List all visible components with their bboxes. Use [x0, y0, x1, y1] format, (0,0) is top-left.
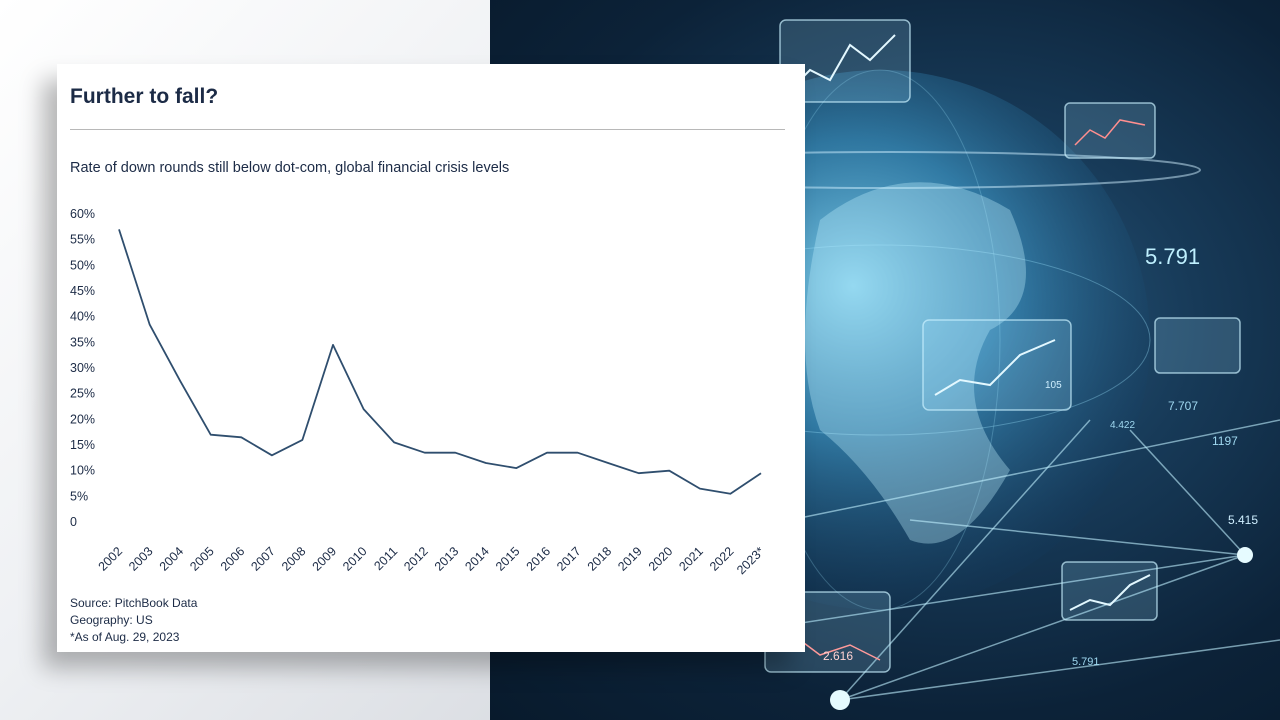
x-tick-label: 2013	[432, 544, 462, 574]
y-tick-label: 20%	[70, 412, 95, 426]
x-tick-label: 2015	[493, 544, 523, 574]
y-tick-label: 30%	[70, 361, 95, 375]
x-tick-label: 2009	[310, 544, 340, 574]
y-tick-label: 5%	[70, 489, 88, 503]
x-tick-label: 2012	[401, 544, 431, 574]
x-tick-label: 2020	[646, 544, 676, 574]
geography-note: Geography: US	[70, 613, 153, 627]
series-line-down-round-rate	[118, 229, 762, 495]
readout: 2.616	[823, 649, 853, 663]
line-chart: 0 5% 10% 15% 20% 25% 30% 35% 40% 45% 50% 55% 60% 200…	[70, 207, 768, 577]
x-tick-label: 2023*	[734, 544, 767, 577]
y-tick-label: 45%	[70, 284, 95, 298]
x-tick-label: 2004	[157, 544, 187, 574]
x-tick-label: 2003	[126, 544, 156, 574]
readout: 5.791	[1072, 656, 1100, 668]
x-tick-label: 2008	[279, 544, 309, 574]
chart-notes: Source: PitchBook Data Geography: US *As…	[70, 595, 197, 646]
x-tick-label: 2016	[524, 544, 554, 574]
y-tick-label: 35%	[70, 335, 95, 349]
readout: 4.422	[1110, 420, 1135, 431]
x-tick-label: 2010	[340, 544, 370, 574]
network-node	[1237, 547, 1253, 563]
readout-large: 5.791	[1145, 244, 1200, 269]
date-footnote: *As of Aug. 29, 2023	[70, 630, 180, 644]
y-axis: 0 5% 10% 15% 20% 25% 30% 35% 40% 45% 50% 55% 60%	[70, 207, 95, 529]
chart-panel	[922, 319, 1072, 411]
chart-panel	[1154, 317, 1241, 374]
x-tick-label: 2014	[462, 544, 492, 574]
x-tick-label: 2022	[707, 544, 737, 574]
x-tick-label: 2006	[218, 544, 248, 574]
y-tick-label: 40%	[70, 310, 95, 324]
chart-panel	[1061, 561, 1158, 621]
y-tick-label: 50%	[70, 258, 95, 272]
chart-subtitle: Rate of down rounds still below dot-com,…	[70, 160, 510, 176]
readout: 7.707	[1168, 399, 1198, 413]
x-axis: 2002 2003 2004 2005 2006 2007 2008 2009 2010 2011…	[96, 544, 768, 577]
title-divider	[70, 129, 785, 130]
x-tick-label: 2018	[585, 544, 615, 574]
x-tick-label: 2011	[371, 544, 400, 573]
y-tick-label: 0	[70, 515, 77, 529]
y-tick-label: 55%	[70, 233, 95, 247]
network-node	[830, 690, 850, 710]
x-tick-label: 2019	[615, 544, 645, 574]
readout: 105	[1045, 380, 1062, 391]
source-note: Source: PitchBook Data	[70, 596, 198, 610]
y-tick-label: 60%	[70, 207, 95, 221]
y-tick-label: 25%	[70, 387, 95, 401]
chart-card: Further to fall? Rate of down rounds sti…	[57, 64, 805, 652]
chart-panel	[1064, 102, 1156, 159]
y-tick-label: 10%	[70, 464, 95, 478]
x-tick-label: 2005	[187, 544, 217, 574]
chart-title: Further to fall?	[70, 85, 219, 108]
readout: 5.415	[1228, 513, 1258, 527]
readout: 1197	[1212, 434, 1238, 448]
x-tick-label: 2002	[96, 544, 126, 574]
y-tick-label: 15%	[70, 438, 95, 452]
x-tick-label: 2007	[248, 544, 278, 574]
x-tick-label: 2017	[554, 544, 584, 574]
x-tick-label: 2021	[676, 544, 706, 574]
